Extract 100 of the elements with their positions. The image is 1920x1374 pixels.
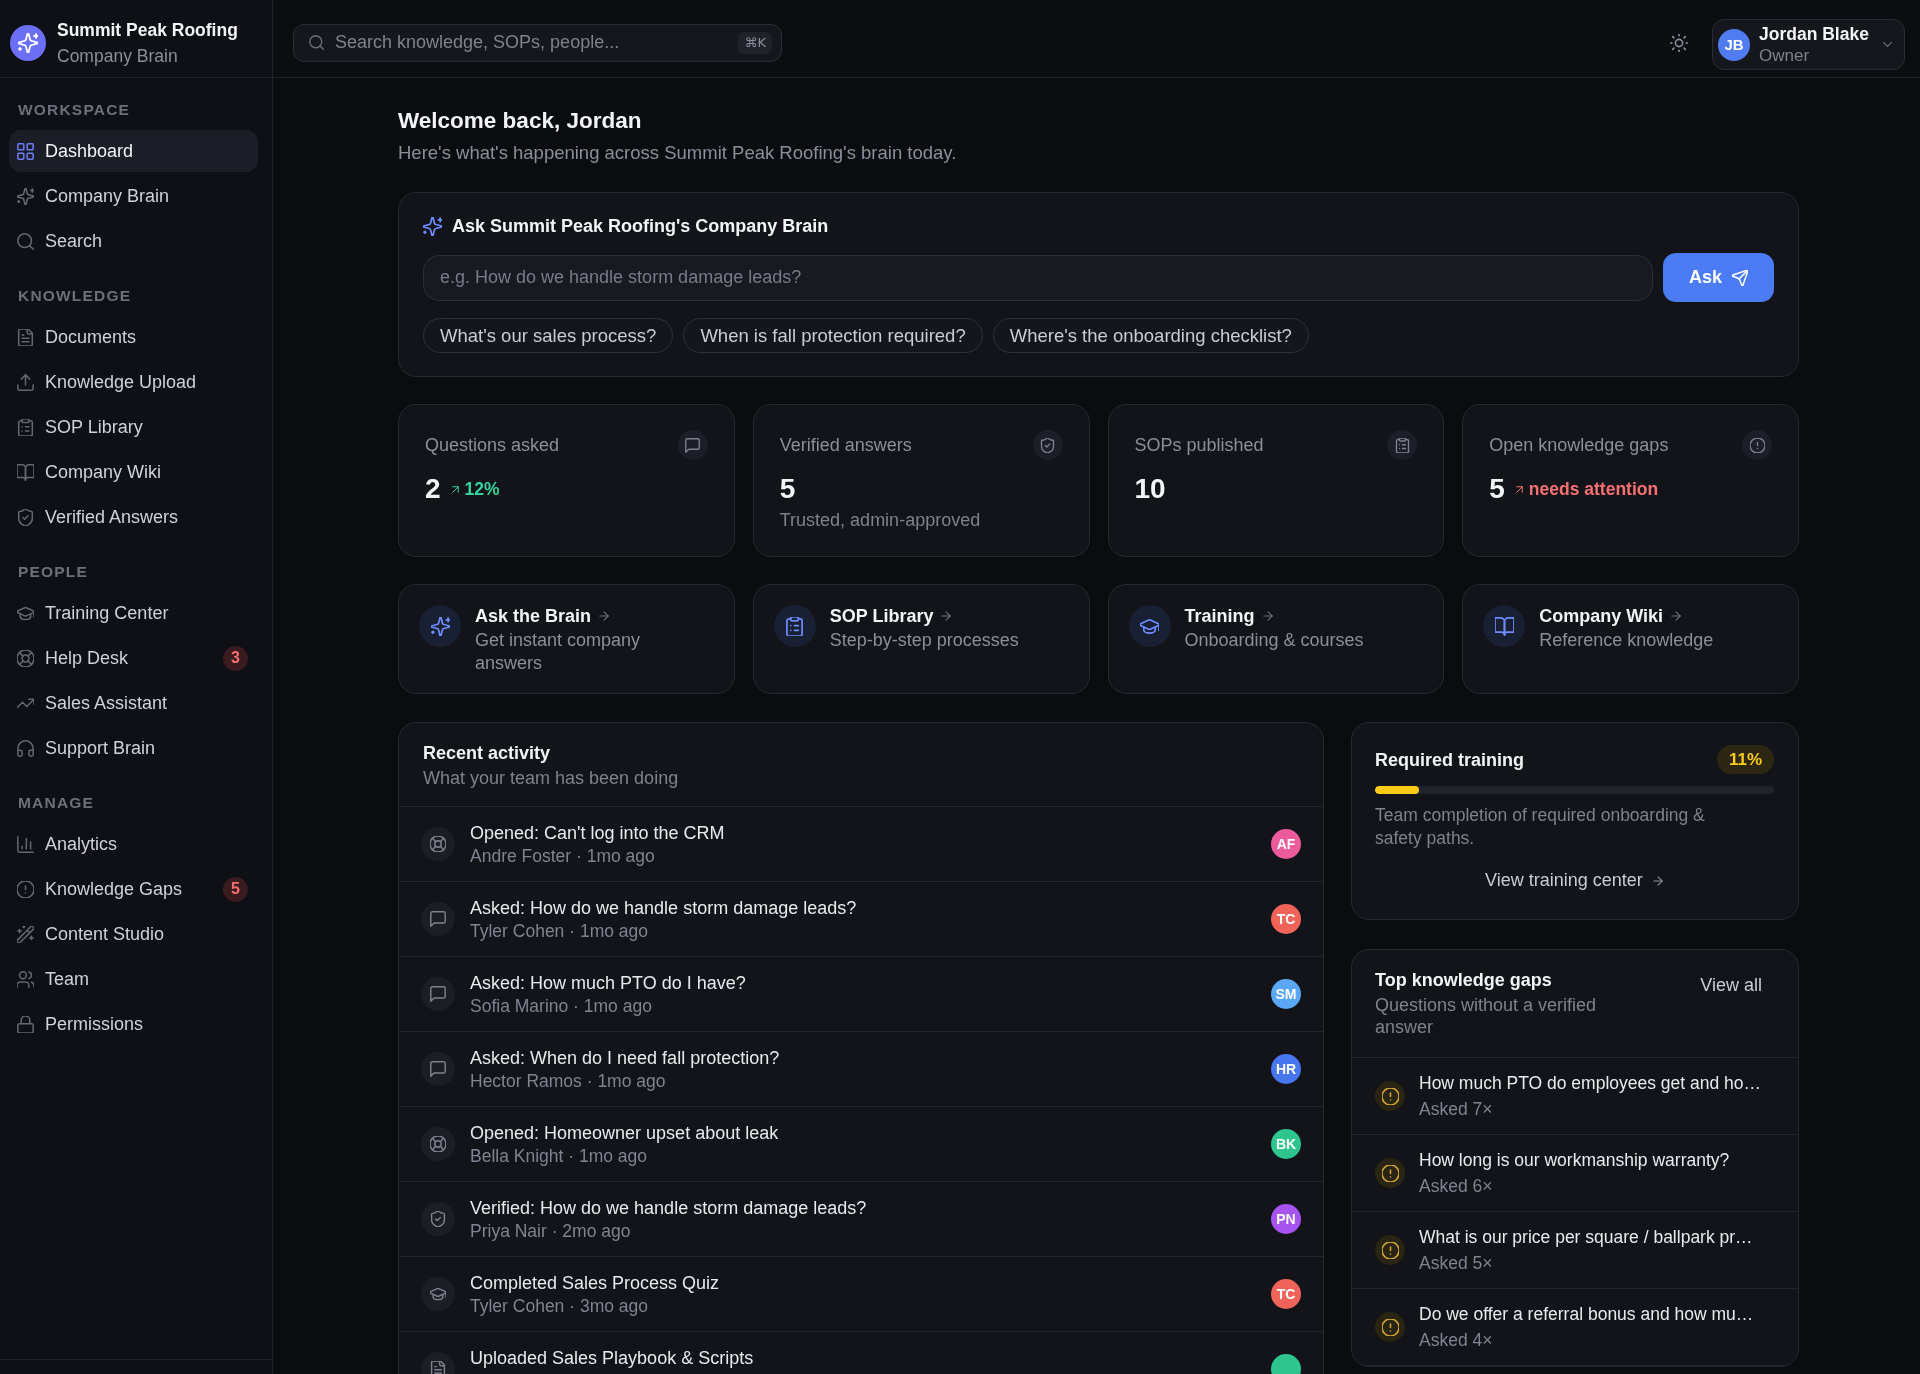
arrow-up-right-icon xyxy=(449,483,461,495)
user-avatar: HR xyxy=(1271,1054,1301,1084)
shortcut-description: Get instant company answers xyxy=(475,629,642,675)
suggestion-chip[interactable]: What's our sales process? xyxy=(423,318,674,353)
shortcut-card[interactable]: Training Onboarding & courses xyxy=(1107,584,1445,694)
view-training-link[interactable]: View training center xyxy=(1473,864,1676,897)
user-avatar: PN xyxy=(1271,1204,1301,1234)
shortcut-card[interactable]: Company Wiki Reference knowledge xyxy=(1462,584,1799,694)
chat-bubble-icon xyxy=(421,1052,455,1086)
nav-item[interactable]: Company Brain xyxy=(9,175,258,217)
activity-title: Uploaded Sales Playbook & Scripts xyxy=(470,1347,755,1369)
chat-bubble-icon xyxy=(421,902,455,936)
shield-check-icon xyxy=(1032,430,1063,460)
graduation-cap-icon xyxy=(17,604,34,622)
ask-title: Ask Summit Peak Roofing's Company Brain xyxy=(452,215,829,237)
stat-value: 5 xyxy=(1489,472,1505,506)
clipboard-icon xyxy=(773,605,816,647)
shield-check-icon xyxy=(17,508,34,526)
sparkle-icon xyxy=(17,187,34,205)
stat-value: 2 xyxy=(425,472,441,506)
gap-count: Asked 5× xyxy=(1419,1252,1494,1274)
alert-circle-icon xyxy=(1375,1312,1405,1342)
ask-button[interactable]: Ask xyxy=(1663,253,1774,302)
panel-subtitle: What your team has been doing xyxy=(423,767,680,789)
brand-subtitle: Company Brain xyxy=(57,45,179,68)
nav-item[interactable]: Sales Assistant xyxy=(9,682,258,724)
headphones-icon xyxy=(17,739,34,757)
section-label: KNOWLEDGE xyxy=(17,286,133,306)
lifebuoy-icon xyxy=(421,827,455,861)
nav-item[interactable]: Knowledge Gaps xyxy=(9,868,219,910)
nav-item[interactable]: Company Wiki xyxy=(9,451,258,493)
sparkle-icon xyxy=(423,216,442,236)
user-role: Owner xyxy=(1759,45,1810,66)
user-avatar: AF xyxy=(1271,829,1301,859)
graduation-cap-icon xyxy=(1128,605,1171,647)
activity-meta: Sofia Marino · 1mo ago xyxy=(470,995,653,1017)
question-input[interactable]: e.g. How do we handle storm damage leads? xyxy=(423,254,1653,301)
nav-item[interactable]: SOP Library xyxy=(9,406,258,448)
alert-circle-icon xyxy=(1742,430,1772,460)
view-all-button[interactable]: View all xyxy=(1688,967,1774,1004)
document-icon xyxy=(17,328,34,346)
nav-item[interactable]: Permissions xyxy=(9,1003,258,1045)
nav-item[interactable]: Documents xyxy=(9,316,258,358)
clipboard-icon xyxy=(1387,430,1418,460)
shortcut-description: Onboarding & courses xyxy=(1184,629,1364,652)
section-label: MANAGE xyxy=(17,793,96,813)
nav-item[interactable]: Analytics xyxy=(9,823,258,865)
activity-title: Opened: Can't log into the CRM xyxy=(470,822,726,844)
search-icon xyxy=(17,232,34,250)
shortcut-card[interactable]: SOP Library Step-by-step processes xyxy=(752,584,1090,694)
gap-question: How much PTO do employees get and ho… xyxy=(1419,1072,1763,1094)
magic-wand-icon xyxy=(17,925,34,943)
shortcut-title: SOP Library xyxy=(829,605,934,627)
shortcut-card[interactable]: Ask the Brain Get instant company answers xyxy=(398,584,735,694)
percent-badge: 11% xyxy=(1716,745,1774,774)
sparkle-icon xyxy=(419,605,461,647)
search-icon xyxy=(309,35,324,50)
section-label: WORKSPACE xyxy=(17,100,132,120)
shortcut-description: Step-by-step processes xyxy=(829,629,1019,652)
nav-item[interactable]: Dashboard xyxy=(9,130,258,172)
nav-item[interactable]: Knowledge Upload xyxy=(9,361,258,403)
gap-count: Asked 6× xyxy=(1419,1175,1494,1197)
gap-count: Asked 7× xyxy=(1419,1098,1494,1120)
bar-chart-icon xyxy=(17,835,34,853)
user-avatar: BK xyxy=(1271,1129,1301,1159)
send-icon xyxy=(1732,269,1748,286)
shortcut-title: Training xyxy=(1184,605,1255,627)
nav-item[interactable]: Verified Answers xyxy=(9,496,258,538)
upload-icon xyxy=(17,373,34,391)
training-description: Team completion of required onboarding & safety paths. xyxy=(1375,804,1706,850)
activity-meta: Andre Foster · 1mo ago xyxy=(470,845,656,867)
lifebuoy-icon xyxy=(421,1127,455,1161)
welcome-subtitle: Here's what's happening across Summit Peak Roofing's brain today. xyxy=(398,142,958,164)
nav-item[interactable]: Training Center xyxy=(9,592,258,634)
shortcut-title: Company Wiki xyxy=(1539,605,1664,627)
nav-item[interactable]: Help Desk xyxy=(9,637,219,679)
stat-value: 10 xyxy=(1134,472,1166,506)
brand-name: Summit Peak Roofing xyxy=(57,19,238,42)
panel-title: Top knowledge gaps xyxy=(1375,969,1553,991)
nav-item[interactable]: Support Brain xyxy=(9,727,258,769)
nav-item[interactable]: Team xyxy=(9,958,258,1000)
lifebuoy-icon xyxy=(17,649,34,667)
suggestion-chip[interactable]: When is fall protection required? xyxy=(683,318,983,353)
chat-bubble-icon xyxy=(421,977,455,1011)
user-avatar: SM xyxy=(1271,979,1301,1009)
stat-trend: needs attention xyxy=(1528,478,1659,500)
sun-icon[interactable] xyxy=(1670,33,1688,52)
arrow-up-right-icon xyxy=(1513,483,1525,495)
activity-meta: Tyler Cohen · 1mo ago xyxy=(470,920,649,942)
shortcut-description: Reference knowledge xyxy=(1539,629,1714,652)
stat-value: 5 xyxy=(779,472,796,506)
stat-note: Trusted, admin-approved xyxy=(779,509,982,531)
arrow-right-icon xyxy=(1261,610,1274,622)
panel-title: Recent activity xyxy=(423,742,552,764)
nav-item[interactable]: Content Studio xyxy=(9,913,258,955)
nav-item[interactable]: Search xyxy=(9,220,258,262)
grid-icon xyxy=(17,142,34,160)
stat-label: Questions asked xyxy=(425,434,560,456)
suggestion-chip[interactable]: Where's the onboarding checklist? xyxy=(992,318,1309,353)
shortcut-key: ⌘K xyxy=(738,31,772,54)
